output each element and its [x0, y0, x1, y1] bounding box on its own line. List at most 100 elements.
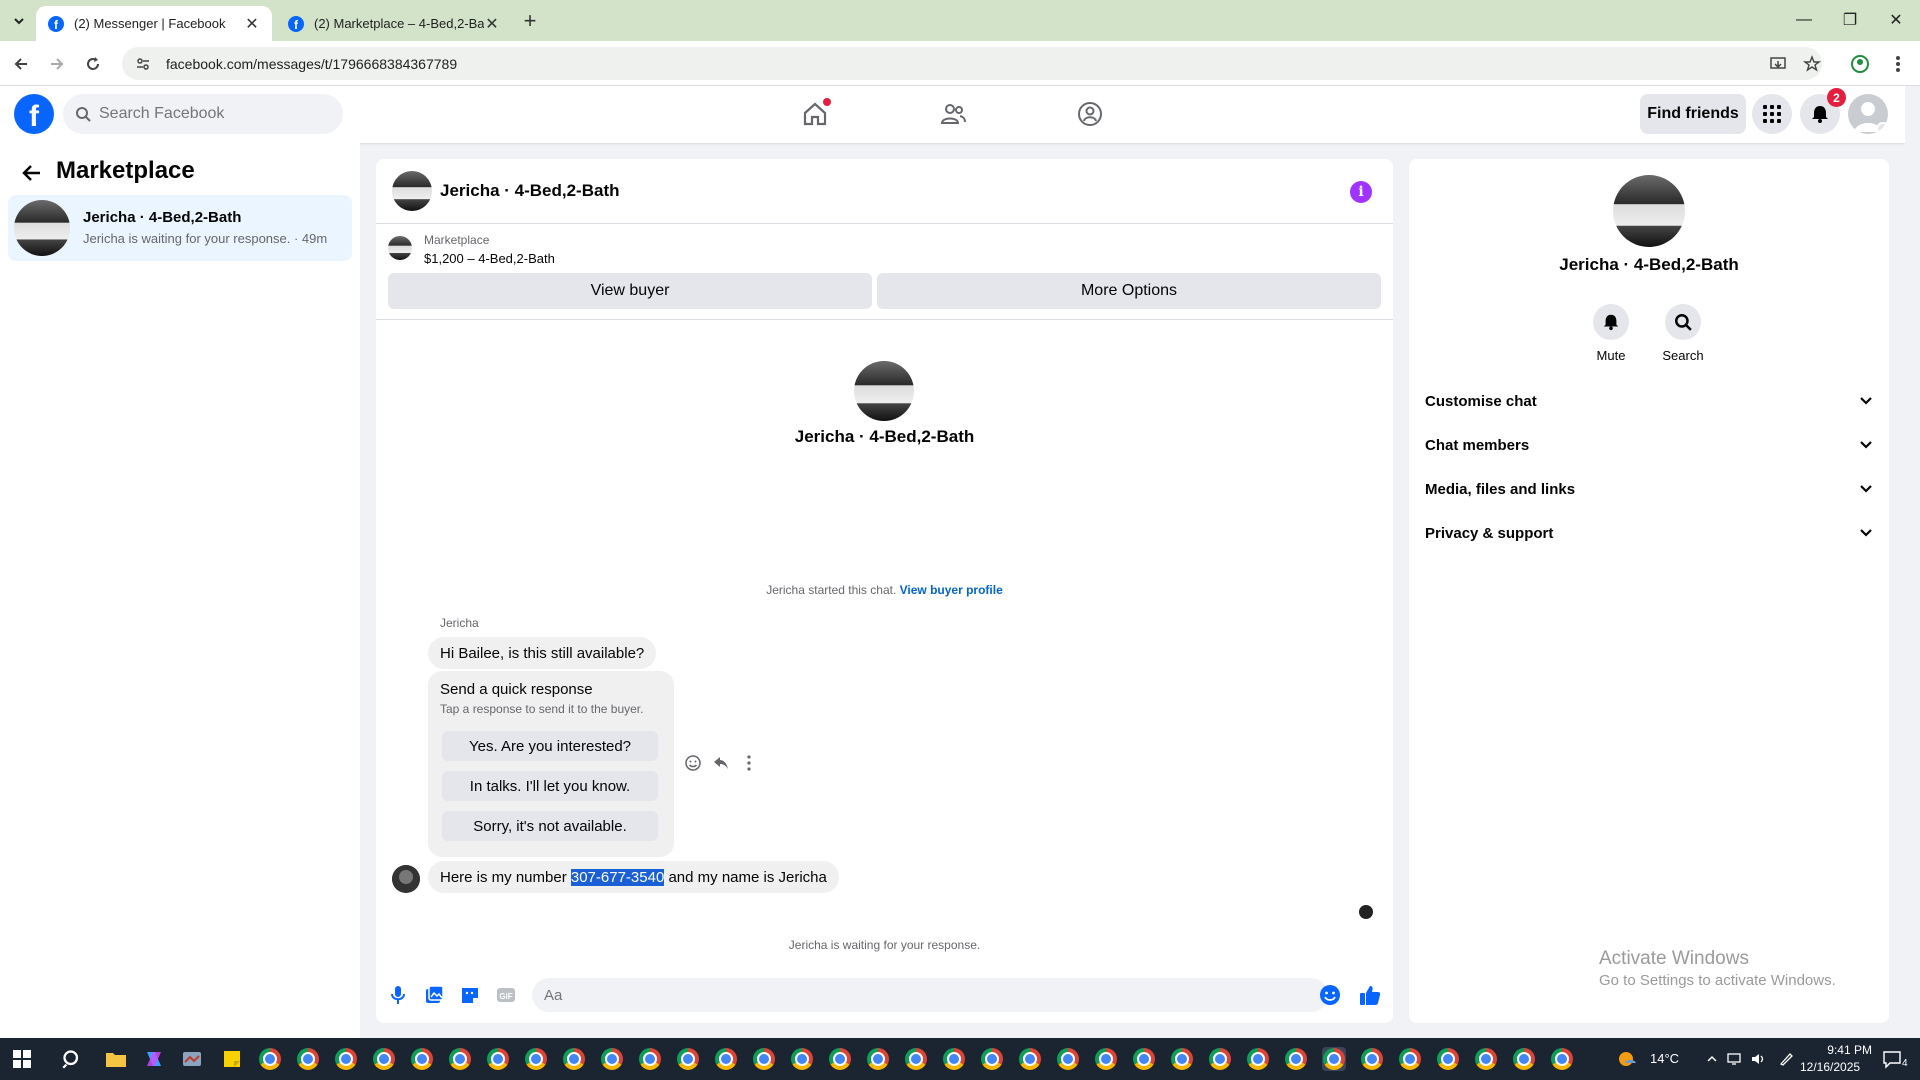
chrome-icon[interactable]	[334, 1047, 358, 1071]
sticker-icon[interactable]	[458, 983, 482, 1007]
chrome-icon[interactable]	[524, 1047, 548, 1071]
quick-reply-button[interactable]: Sorry, it's not available.	[442, 811, 658, 841]
close-window-icon[interactable]: ✕	[1876, 6, 1916, 34]
chrome-icon[interactable]	[714, 1047, 738, 1071]
app-icon[interactable]	[180, 1047, 204, 1071]
chat-header-name[interactable]: Jericha · 4-Bed,2-Bath	[440, 181, 620, 201]
chrome-icon-active[interactable]	[1322, 1047, 1346, 1071]
chrome-icon[interactable]	[258, 1047, 282, 1071]
message-bubble-phone[interactable]: Here is my number 307-677-3540 and my na…	[428, 861, 839, 893]
address-bar[interactable]: facebook.com/messages/t/1796668384367789	[122, 47, 1822, 80]
volume-icon[interactable]	[1746, 1047, 1770, 1071]
tab-close-icon[interactable]: ✕	[244, 16, 260, 33]
menu-grid-icon[interactable]	[1752, 94, 1792, 134]
tab-search-icon[interactable]	[8, 10, 30, 32]
minimize-icon[interactable]: —	[1784, 6, 1824, 34]
customise-chat-row[interactable]: Customise chat	[1425, 381, 1873, 421]
restore-icon[interactable]: ❐	[1830, 6, 1870, 34]
search-input[interactable]	[99, 105, 319, 123]
info-icon[interactable]: i	[1350, 181, 1372, 203]
search-in-chat-button[interactable]: Search	[1653, 304, 1713, 363]
groups-nav-icon[interactable]	[1070, 96, 1110, 132]
install-app-icon[interactable]	[1766, 52, 1790, 76]
clock-date[interactable]: 12/16/2025	[1800, 1060, 1860, 1074]
page-scrollbar[interactable]	[1905, 86, 1920, 1038]
chat-header-thumbnail[interactable]	[392, 171, 432, 211]
sender-avatar[interactable]	[392, 865, 420, 893]
microphone-icon[interactable]	[386, 983, 410, 1007]
chrome-icon[interactable]	[296, 1047, 320, 1071]
facebook-logo-icon[interactable]: f	[14, 94, 54, 134]
chrome-icon[interactable]	[638, 1047, 662, 1071]
forward-icon[interactable]	[44, 51, 70, 77]
chrome-icon[interactable]	[1132, 1047, 1156, 1071]
chat-members-row[interactable]: Chat members	[1425, 425, 1873, 465]
more-options-button[interactable]: More Options	[877, 273, 1381, 309]
chrome-icon[interactable]	[486, 1047, 510, 1071]
friends-nav-icon[interactable]	[933, 96, 973, 132]
chrome-icon[interactable]	[1550, 1047, 1574, 1071]
privacy-support-row[interactable]: Privacy & support	[1425, 513, 1873, 553]
chrome-icon[interactable]	[1284, 1047, 1308, 1071]
chrome-icon[interactable]	[1474, 1047, 1498, 1071]
back-icon[interactable]	[8, 51, 34, 77]
message-bubble[interactable]: Hi Bailee, is this still available?	[428, 637, 657, 669]
chrome-icon[interactable]	[1056, 1047, 1080, 1071]
new-tab-icon[interactable]: +	[518, 8, 542, 33]
message-composer[interactable]	[532, 978, 1328, 1012]
media-files-links-row[interactable]: Media, files and links	[1425, 469, 1873, 509]
notification-center-icon[interactable]	[1880, 1047, 1904, 1071]
network-icon[interactable]	[1722, 1047, 1746, 1071]
browser-menu-icon[interactable]	[1886, 52, 1910, 76]
chrome-icon[interactable]	[600, 1047, 624, 1071]
file-explorer-icon[interactable]	[104, 1047, 128, 1071]
site-settings-icon[interactable]	[136, 57, 150, 71]
chrome-icon[interactable]	[562, 1047, 586, 1071]
chrome-icon[interactable]	[1208, 1047, 1232, 1071]
mute-button[interactable]: Mute	[1581, 304, 1641, 363]
chrome-icon[interactable]	[1018, 1047, 1042, 1071]
emoji-icon[interactable]	[1318, 983, 1342, 1007]
chrome-icon[interactable]	[980, 1047, 1004, 1071]
clock-time[interactable]: 9:41 PM	[1812, 1043, 1872, 1057]
bookmark-star-icon[interactable]	[1800, 52, 1824, 76]
tab-messenger[interactable]: f (2) Messenger | Facebook ✕	[36, 6, 272, 41]
quick-reply-button[interactable]: In talks. I'll let you know.	[442, 771, 658, 801]
chrome-icon[interactable]	[1398, 1047, 1422, 1071]
chrome-icon[interactable]	[410, 1047, 434, 1071]
chrome-icon[interactable]	[1246, 1047, 1270, 1071]
view-buyer-profile-link[interactable]: View buyer profile	[900, 583, 1003, 597]
gif-icon[interactable]: GIF	[494, 983, 518, 1007]
chrome-icon[interactable]	[372, 1047, 396, 1071]
profile-icon[interactable]	[1848, 52, 1872, 76]
tab-marketplace[interactable]: f (2) Marketplace – 4-Bed,2-Bath ✕	[276, 6, 512, 41]
chrome-icon[interactable]	[1360, 1047, 1384, 1071]
more-actions-icon[interactable]	[738, 752, 760, 774]
windows-start-icon[interactable]	[10, 1047, 34, 1071]
like-thumb-icon[interactable]	[1358, 983, 1382, 1007]
copilot-icon[interactable]	[142, 1047, 166, 1071]
account-avatar[interactable]	[1848, 94, 1888, 134]
chrome-icon[interactable]	[1170, 1047, 1194, 1071]
chrome-icon[interactable]	[1436, 1047, 1460, 1071]
chrome-icon[interactable]	[942, 1047, 966, 1071]
chrome-icon[interactable]	[752, 1047, 776, 1071]
chrome-icon[interactable]	[1512, 1047, 1536, 1071]
taskbar-search-icon[interactable]	[60, 1047, 84, 1071]
facebook-search[interactable]	[63, 94, 343, 134]
chrome-icon[interactable]	[790, 1047, 814, 1071]
sticky-notes-icon[interactable]	[220, 1047, 244, 1071]
chrome-icon[interactable]	[904, 1047, 928, 1071]
chrome-icon[interactable]	[676, 1047, 700, 1071]
tab-close-icon[interactable]: ✕	[484, 16, 500, 33]
home-nav-icon[interactable]	[795, 96, 835, 132]
reply-icon[interactable]	[710, 752, 732, 774]
react-emoji-icon[interactable]	[682, 752, 704, 774]
back-arrow-icon[interactable]	[20, 161, 44, 185]
chrome-icon[interactable]	[1094, 1047, 1118, 1071]
pen-icon[interactable]	[1774, 1047, 1798, 1071]
message-input[interactable]	[544, 986, 1244, 1004]
conversation-item[interactable]: Jericha · 4-Bed,2-Bath Jericha is waitin…	[8, 195, 352, 261]
view-buyer-button[interactable]: View buyer	[388, 273, 872, 309]
tray-chevron-up-icon[interactable]	[1700, 1047, 1724, 1071]
